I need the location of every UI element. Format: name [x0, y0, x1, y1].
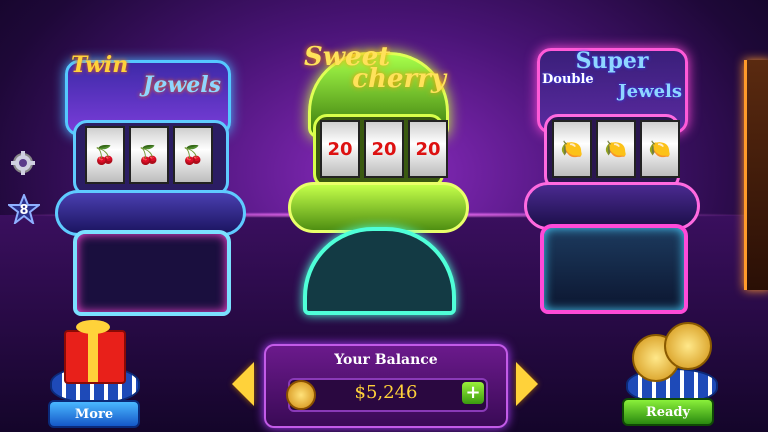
gift-bow	[76, 320, 110, 334]
coin-2	[664, 322, 712, 370]
reel-1: 20	[320, 120, 360, 178]
reels: 20 20 20	[320, 120, 448, 178]
reel-3: 🍋	[640, 120, 680, 178]
more-button[interactable]: More	[48, 400, 140, 428]
coin-icon	[286, 380, 316, 410]
slot-machine-twin-jewels[interactable]: Twin Jewels 🍒 🍒 🍒	[55, 40, 246, 316]
reels: 🍋 🍋 🍋	[552, 120, 680, 178]
left-arrow-icon[interactable]	[232, 362, 254, 406]
gift-icon[interactable]	[50, 320, 140, 404]
machine-title: Super Double Jewels	[542, 48, 682, 102]
reel-2: 20	[364, 120, 404, 178]
reel-2: 🍒	[129, 126, 169, 184]
add-funds-button[interactable]: +	[462, 382, 484, 404]
reel-3: 20	[408, 120, 448, 178]
reel-2: 🍋	[596, 120, 636, 178]
reels: 🍒 🍒 🍒	[85, 126, 213, 184]
balance-panel: Your Balance $5,246 +	[264, 344, 508, 428]
slot-machine-sweet-cherry[interactable]: Sweet cherry 20 20 20	[288, 22, 469, 315]
machine-title: Sweet cherry	[298, 42, 458, 94]
machine-title-line1: Super	[575, 48, 649, 74]
level-number: 8	[19, 202, 29, 218]
machine-base	[540, 224, 688, 314]
reel-1: 🍋	[552, 120, 592, 178]
reel-3: 🍒	[173, 126, 213, 184]
slot-machine-partial[interactable]	[744, 60, 768, 290]
gear-icon[interactable]	[10, 150, 36, 176]
reel-1: 🍒	[85, 126, 125, 184]
ready-button[interactable]: Ready	[622, 398, 714, 426]
machine-base	[73, 230, 231, 316]
coin-stack-icon	[622, 318, 718, 404]
balance-amount: $5,246	[354, 382, 418, 403]
control-deck	[524, 182, 700, 230]
balance-label: Your Balance	[334, 352, 438, 368]
gift-ribbon	[88, 330, 98, 382]
machine-title: Twin Jewels	[71, 52, 221, 98]
control-deck	[288, 182, 469, 233]
machine-base	[303, 227, 456, 315]
slot-machine-super-double-jewels[interactable]: Super Double Jewels 🍋 🍋 🍋	[522, 30, 700, 314]
star-icon[interactable]: 8	[8, 194, 40, 224]
right-arrow-icon[interactable]	[516, 362, 538, 406]
